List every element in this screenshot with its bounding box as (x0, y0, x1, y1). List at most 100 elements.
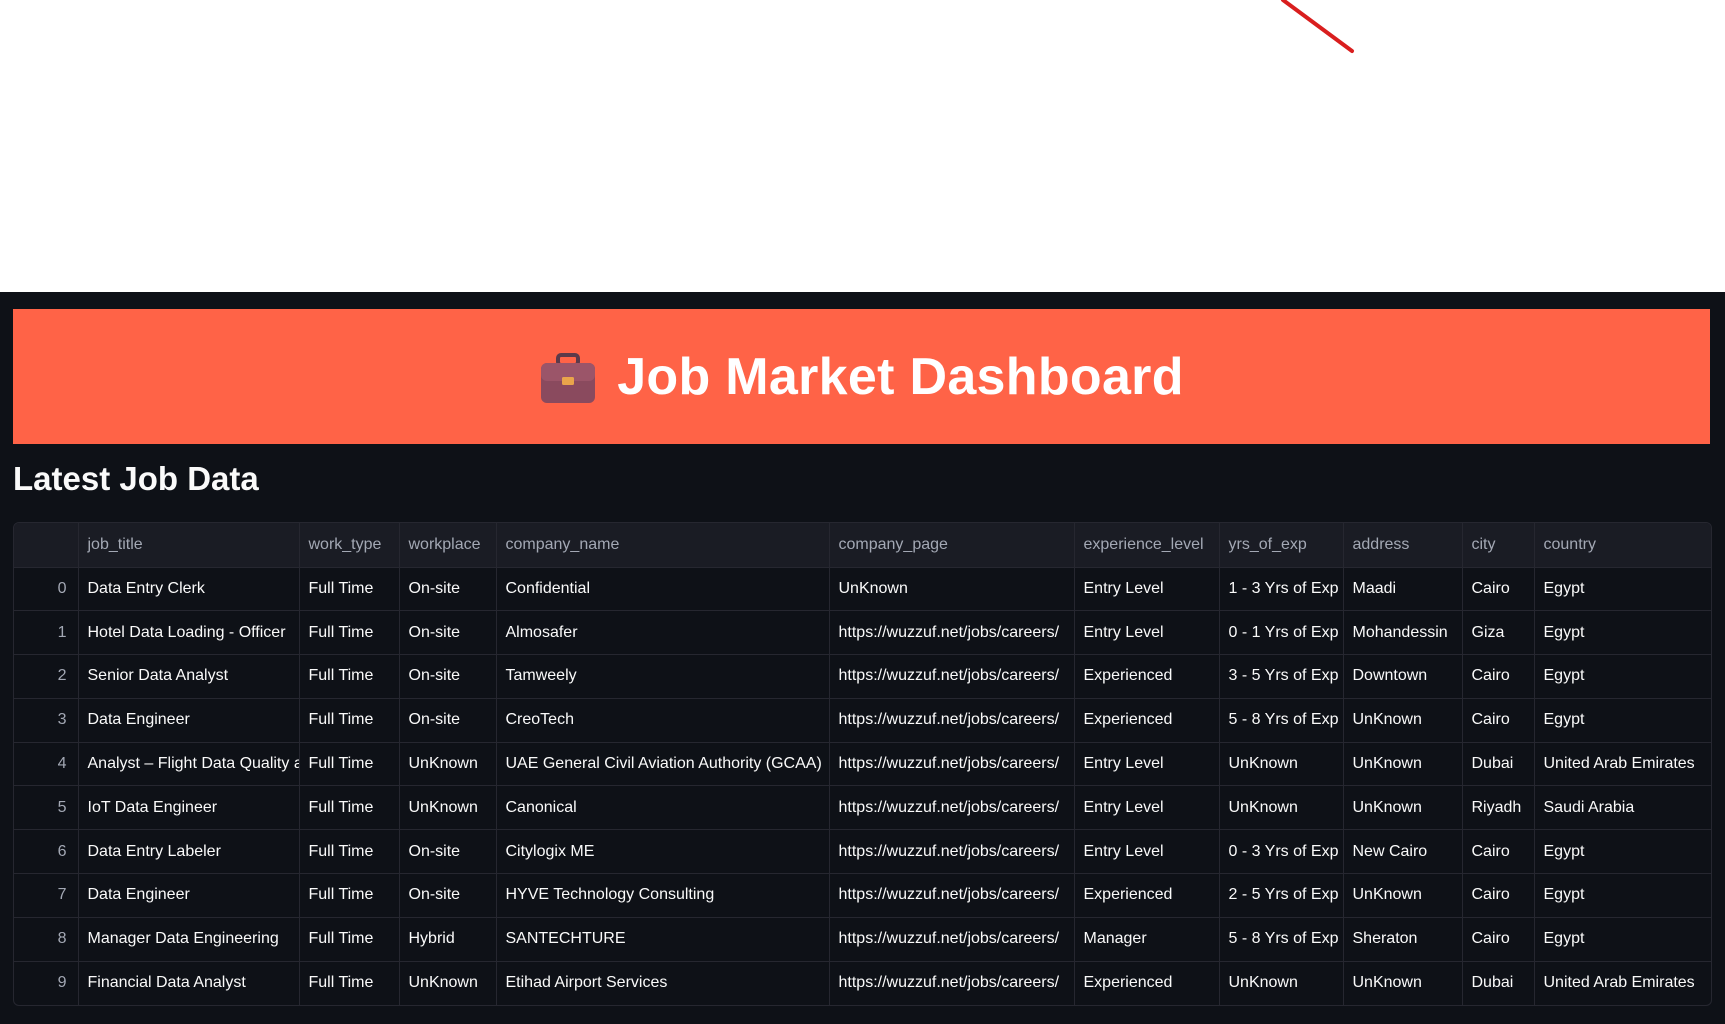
cell-company-name[interactable]: Tamweely (496, 654, 830, 699)
cell-address[interactable]: Maadi (1343, 567, 1463, 612)
cell-city[interactable]: Dubai (1462, 742, 1535, 787)
cell-work-type[interactable]: Full Time (299, 917, 400, 962)
cell-company-name[interactable]: Confidential (496, 567, 830, 612)
table-row[interactable]: 9 Financial Data Analyst Full Time UnKnown E… (14, 961, 1711, 1005)
cell-job-title[interactable]: Manager Data Engineering (78, 917, 300, 962)
cell-index[interactable]: 9 (14, 961, 79, 1005)
cell-workplace[interactable]: On-site (399, 698, 497, 743)
cell-yrs-of-exp[interactable]: 0 - 3 Yrs of Exp (1219, 829, 1344, 875)
cell-job-title[interactable]: Analyst – Flight Data Quality a (78, 742, 300, 787)
cell-company-page[interactable]: https://wuzzuf.net/jobs/careers/ (829, 961, 1075, 1005)
cell-company-name[interactable]: HYVE Technology Consulting (496, 873, 830, 918)
column-header-yrs-of-exp[interactable]: yrs_of_exp (1219, 523, 1344, 568)
column-header-index[interactable] (14, 523, 79, 568)
cell-job-title[interactable]: Hotel Data Loading - Officer (78, 610, 300, 656)
cell-workplace[interactable]: On-site (399, 873, 497, 918)
cell-address[interactable]: New Cairo (1343, 829, 1463, 875)
cell-country[interactable]: Saudi Arabia (1534, 785, 1711, 831)
cell-country[interactable]: United Arab Emirates (1534, 961, 1711, 1005)
cell-job-title[interactable]: Financial Data Analyst (78, 961, 300, 1005)
cell-yrs-of-exp[interactable]: 5 - 8 Yrs of Exp (1219, 698, 1344, 743)
table-row[interactable]: 8 Manager Data Engineering Full Time Hybrid… (14, 917, 1711, 962)
cell-company-page[interactable]: https://wuzzuf.net/jobs/careers/ (829, 873, 1075, 918)
column-header-company-page[interactable]: company_page (829, 523, 1075, 568)
cell-country[interactable]: Egypt (1534, 610, 1711, 656)
column-header-country[interactable]: country (1534, 523, 1711, 568)
table-row[interactable]: 4 Analyst – Flight Data Quality a Full Tim… (14, 742, 1711, 787)
cell-country[interactable]: Egypt (1534, 654, 1711, 699)
cell-company-name[interactable]: Etihad Airport Services (496, 961, 830, 1005)
cell-country[interactable]: Egypt (1534, 917, 1711, 962)
cell-address[interactable]: UnKnown (1343, 742, 1463, 787)
cell-experience-level[interactable]: Entry Level (1074, 785, 1220, 831)
column-header-address[interactable]: address (1343, 523, 1463, 568)
cell-job-title[interactable]: Senior Data Analyst (78, 654, 300, 699)
table-row[interactable]: 0 Data Entry Clerk Full Time On-site Confide… (14, 567, 1711, 612)
cell-company-name[interactable]: SANTECHTURE (496, 917, 830, 962)
cell-workplace[interactable]: Hybrid (399, 917, 497, 962)
cell-city[interactable]: Giza (1462, 610, 1535, 656)
cell-index[interactable]: 4 (14, 742, 79, 787)
job-data-table[interactable]: job_title work_type workplace company_name c… (13, 522, 1712, 1006)
cell-work-type[interactable]: Full Time (299, 654, 400, 699)
cell-workplace[interactable]: On-site (399, 567, 497, 612)
cell-yrs-of-exp[interactable]: 5 - 8 Yrs of Exp (1219, 917, 1344, 962)
cell-city[interactable]: Cairo (1462, 829, 1535, 875)
cell-country[interactable]: Egypt (1534, 829, 1711, 875)
cell-address[interactable]: UnKnown (1343, 698, 1463, 743)
cell-company-name[interactable]: CreoTech (496, 698, 830, 743)
cell-city[interactable]: Cairo (1462, 873, 1535, 918)
cell-yrs-of-exp[interactable]: UnKnown (1219, 742, 1344, 787)
cell-work-type[interactable]: Full Time (299, 873, 400, 918)
table-row[interactable]: 5 IoT Data Engineer Full Time UnKnown Canoni… (14, 785, 1711, 831)
cell-workplace[interactable]: On-site (399, 610, 497, 656)
cell-yrs-of-exp[interactable]: UnKnown (1219, 785, 1344, 831)
column-header-work-type[interactable]: work_type (299, 523, 400, 568)
cell-experience-level[interactable]: Experienced (1074, 698, 1220, 743)
table-row[interactable]: 3 Data Engineer Full Time On-site CreoTech ht… (14, 698, 1711, 743)
table-row[interactable]: 6 Data Entry Labeler Full Time On-site Cityl… (14, 829, 1711, 875)
cell-job-title[interactable]: Data Entry Labeler (78, 829, 300, 875)
cell-city[interactable]: Cairo (1462, 567, 1535, 612)
cell-workplace[interactable]: UnKnown (399, 961, 497, 1005)
cell-address[interactable]: Sheraton (1343, 917, 1463, 962)
column-header-city[interactable]: city (1462, 523, 1535, 568)
cell-index[interactable]: 7 (14, 873, 79, 918)
cell-address[interactable]: Downtown (1343, 654, 1463, 699)
cell-index[interactable]: 5 (14, 785, 79, 831)
cell-workplace[interactable]: On-site (399, 654, 497, 699)
cell-work-type[interactable]: Full Time (299, 961, 400, 1005)
cell-country[interactable]: Egypt (1534, 698, 1711, 743)
cell-index[interactable]: 1 (14, 610, 79, 656)
cell-experience-level[interactable]: Experienced (1074, 961, 1220, 1005)
cell-city[interactable]: Riyadh (1462, 785, 1535, 831)
column-header-workplace[interactable]: workplace (399, 523, 497, 568)
cell-index[interactable]: 0 (14, 567, 79, 612)
cell-experience-level[interactable]: Entry Level (1074, 567, 1220, 612)
cell-workplace[interactable]: On-site (399, 829, 497, 875)
cell-company-name[interactable]: UAE General Civil Aviation Authority (GC… (496, 742, 830, 787)
cell-experience-level[interactable]: Entry Level (1074, 829, 1220, 875)
cell-company-page[interactable]: https://wuzzuf.net/jobs/careers/ (829, 654, 1075, 699)
cell-country[interactable]: Egypt (1534, 567, 1711, 612)
cell-company-page[interactable]: https://wuzzuf.net/jobs/careers/ (829, 829, 1075, 875)
cell-workplace[interactable]: UnKnown (399, 785, 497, 831)
cell-address[interactable]: Mohandessin (1343, 610, 1463, 656)
cell-company-page[interactable]: https://wuzzuf.net/jobs/careers/ (829, 610, 1075, 656)
cell-company-name[interactable]: Almosafer (496, 610, 830, 656)
cell-work-type[interactable]: Full Time (299, 785, 400, 831)
cell-experience-level[interactable]: Manager (1074, 917, 1220, 962)
cell-yrs-of-exp[interactable]: UnKnown (1219, 961, 1344, 1005)
cell-job-title[interactable]: IoT Data Engineer (78, 785, 300, 831)
table-row[interactable]: 2 Senior Data Analyst Full Time On-site Tamw… (14, 654, 1711, 699)
cell-experience-level[interactable]: Experienced (1074, 873, 1220, 918)
cell-job-title[interactable]: Data Engineer (78, 698, 300, 743)
cell-index[interactable]: 3 (14, 698, 79, 743)
cell-yrs-of-exp[interactable]: 0 - 1 Yrs of Exp (1219, 610, 1344, 656)
cell-job-title[interactable]: Data Entry Clerk (78, 567, 300, 612)
column-header-experience-level[interactable]: experience_level (1074, 523, 1220, 568)
column-header-company-name[interactable]: company_name (496, 523, 830, 568)
cell-company-page[interactable]: https://wuzzuf.net/jobs/careers/ (829, 785, 1075, 831)
cell-company-name[interactable]: Citylogix ME (496, 829, 830, 875)
cell-address[interactable]: UnKnown (1343, 961, 1463, 1005)
